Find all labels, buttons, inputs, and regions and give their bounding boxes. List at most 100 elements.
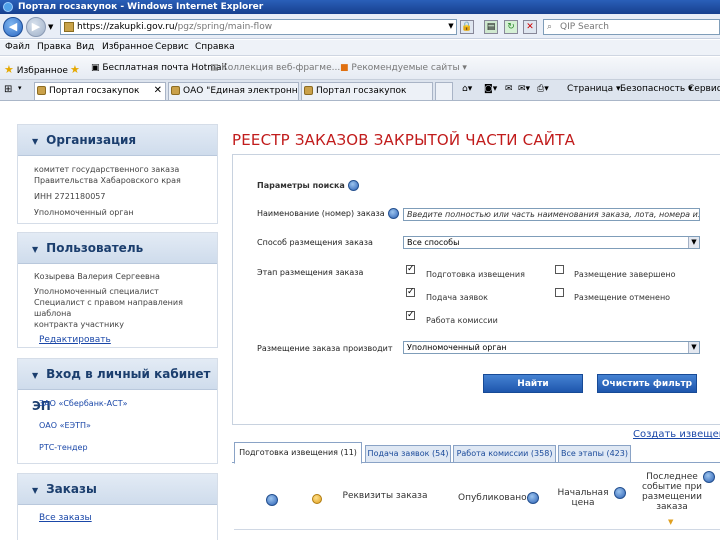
- tab-favicon-icon: [171, 86, 180, 95]
- find-button[interactable]: Найти: [483, 374, 583, 393]
- sort-published-icon[interactable]: [527, 492, 539, 504]
- print-icon[interactable]: ⎙▾: [537, 84, 549, 94]
- stage-checkbox-cancelled[interactable]: [555, 288, 564, 297]
- method-select[interactable]: Все способы ▼: [403, 236, 700, 249]
- user-role: контракта участнику: [34, 320, 124, 329]
- sidebar-orders-title: Заказы: [46, 482, 97, 496]
- stage-commission-label: Работа комиссии: [426, 316, 498, 325]
- add-favorite-icon[interactable]: ★: [70, 63, 80, 76]
- sort-last-event-icon[interactable]: [703, 471, 715, 483]
- stage-checkbox-commission[interactable]: ✓: [406, 311, 415, 320]
- tab-favicon-icon: [304, 86, 313, 95]
- fav-link-hotmail[interactable]: ▣ Бесплатная почта Hotmail: [91, 63, 227, 73]
- create-notice-link[interactable]: Создать извещение: [633, 429, 720, 440]
- tab-all-stages[interactable]: Все этапы (423): [558, 445, 631, 463]
- tools-menu[interactable]: Сервис: [688, 84, 720, 94]
- tab-list-icon[interactable]: ▾: [18, 84, 22, 92]
- cabinet-link-sberbank[interactable]: ЗАО «Сбербанк-АСТ»: [18, 398, 217, 409]
- producer-select[interactable]: Уполномоченный орган ▼: [403, 341, 700, 354]
- sidebar-cabinet-header[interactable]: ▼ Вход в личный кабинет ЭП: [18, 359, 217, 413]
- help-icon[interactable]: [347, 180, 359, 191]
- tab-commission[interactable]: Работа комиссии (358): [453, 445, 556, 463]
- mail-icon[interactable]: ✉▾: [518, 84, 530, 94]
- refresh-icon[interactable]: ↻: [504, 20, 518, 34]
- menu-bar: Файл Правка Вид Избранное Сервис Справка: [0, 40, 720, 56]
- read-mail-icon[interactable]: ✉: [505, 84, 513, 94]
- compat-view-icon[interactable]: ▤: [484, 20, 498, 34]
- back-icon[interactable]: ◀: [3, 17, 23, 37]
- tab-applications[interactable]: Подача заявок (54): [365, 445, 451, 463]
- favorites-button[interactable]: ★ Избранное: [4, 63, 68, 76]
- order-name-input[interactable]: Введите полностью или часть наименования…: [403, 208, 700, 221]
- safety-menu[interactable]: Безопасность ▾: [620, 84, 693, 94]
- home-icon[interactable]: ⌂▾: [462, 84, 472, 94]
- page-title: РЕЕСТР ЗАКАЗОВ ЗАКРЫТОЙ ЧАСТИ САЙТА: [232, 131, 576, 149]
- method-label: Способ размещения заказа: [257, 238, 373, 247]
- fav-link-webslice[interactable]: ▤ Коллекция веб-фрагме... ▾: [210, 63, 348, 73]
- table-divider: [234, 529, 720, 530]
- dropdown-arrow-icon: ▼: [688, 342, 699, 353]
- history-dropdown-icon[interactable]: ▼: [48, 23, 53, 31]
- select-all-icon[interactable]: [266, 494, 278, 506]
- ie-logo-icon: [3, 2, 13, 12]
- browser-tab-1[interactable]: Портал госзакупок ✕: [34, 82, 166, 100]
- menu-favorites[interactable]: Избранное: [102, 42, 153, 52]
- url-dropdown-icon[interactable]: ▼: [444, 20, 458, 34]
- forward-icon[interactable]: ▶: [26, 17, 46, 37]
- stage-checkbox-applications[interactable]: ✓: [406, 288, 415, 297]
- sort-price-icon[interactable]: [614, 487, 626, 499]
- stop-icon[interactable]: ✕: [523, 20, 537, 34]
- sidebar-orders-header[interactable]: ▼ Заказы: [18, 474, 217, 505]
- all-orders-link[interactable]: Все заказы: [39, 513, 92, 523]
- browser-tab-3[interactable]: Портал госзакупок: [301, 82, 433, 100]
- url-field[interactable]: https://zakupki.gov.ru/pgz/spring/main-f…: [60, 19, 457, 35]
- browser-tab-3-label: Портал госзакупок: [316, 86, 407, 96]
- stage-checkbox-completed[interactable]: [555, 265, 564, 274]
- collapse-icon: ▼: [32, 245, 39, 254]
- quick-tabs-icon[interactable]: ⊞: [4, 84, 12, 95]
- status-icon[interactable]: [312, 494, 322, 504]
- cabinet-link-rts[interactable]: РТС-тендер: [18, 442, 217, 453]
- menu-tools[interactable]: Сервис: [155, 42, 189, 52]
- method-select-value: Все способы: [407, 238, 460, 247]
- page-menu-label: Страница: [567, 84, 614, 94]
- column-published[interactable]: Опубликовано: [458, 493, 530, 503]
- column-last-event[interactable]: Последнее событие при размещении заказа: [638, 472, 706, 512]
- cabinet-link-eetp[interactable]: ОАО «ЕЭТП»: [18, 420, 217, 431]
- tab-preparation[interactable]: Подготовка извещения (11): [234, 442, 362, 464]
- close-tab-icon[interactable]: ✕: [154, 83, 162, 99]
- feeds-icon[interactable]: ◙▾: [484, 84, 497, 94]
- edit-profile-link[interactable]: Редактировать: [39, 335, 111, 345]
- fav-link-hotmail-label: Бесплатная почта Hotmail: [102, 63, 227, 73]
- browser-tab-2[interactable]: ОАО "Единая электронная...: [168, 82, 299, 100]
- safety-menu-label: Безопасность: [620, 84, 686, 94]
- new-tab-button[interactable]: [435, 82, 453, 100]
- sidebar-organization-header[interactable]: ▼ Организация: [18, 125, 217, 156]
- menu-file[interactable]: Файл: [5, 42, 30, 52]
- stage-checkbox-preparation[interactable]: ✓: [406, 265, 415, 274]
- clear-filter-button[interactable]: Очистить фильтр: [597, 374, 697, 393]
- stage-applications-label: Подача заявок: [426, 293, 488, 302]
- window-title: Портал госзакупок - Windows Internet Exp…: [18, 2, 264, 12]
- column-price[interactable]: Начальная цена: [552, 488, 614, 508]
- column-details[interactable]: Реквизиты заказа: [340, 491, 430, 501]
- fav-link-suggested[interactable]: ■ Рекомендуемые сайты ▾: [340, 63, 467, 73]
- sidebar-user-header[interactable]: ▼ Пользователь: [18, 233, 217, 264]
- collapse-icon: ▼: [32, 486, 39, 495]
- search-icon: ⌕: [547, 22, 553, 32]
- sidebar-cabinet: ▼ Вход в личный кабинет ЭП ЗАО «Сбербанк-…: [17, 358, 218, 464]
- tab-favicon-icon: [37, 86, 46, 95]
- user-role: Специалист с правом направления шаблона: [34, 298, 183, 318]
- menu-view[interactable]: Вид: [76, 42, 94, 52]
- favorites-label: Избранное: [16, 66, 68, 76]
- help-icon[interactable]: [387, 208, 399, 219]
- search-input[interactable]: ⌕ QIP Search: [543, 19, 720, 35]
- stage-label: Этап размещения заказа: [257, 268, 364, 277]
- url-main: https://zakupki.gov.ru/: [77, 22, 178, 32]
- sidebar-organization-title: Организация: [46, 133, 137, 147]
- lock-icon[interactable]: 🔒: [460, 20, 474, 34]
- menu-edit[interactable]: Правка: [37, 42, 71, 52]
- page-menu[interactable]: Страница ▾: [567, 84, 621, 94]
- stage-cancelled-label: Размещение отменено: [574, 293, 671, 302]
- menu-help[interactable]: Справка: [195, 42, 235, 52]
